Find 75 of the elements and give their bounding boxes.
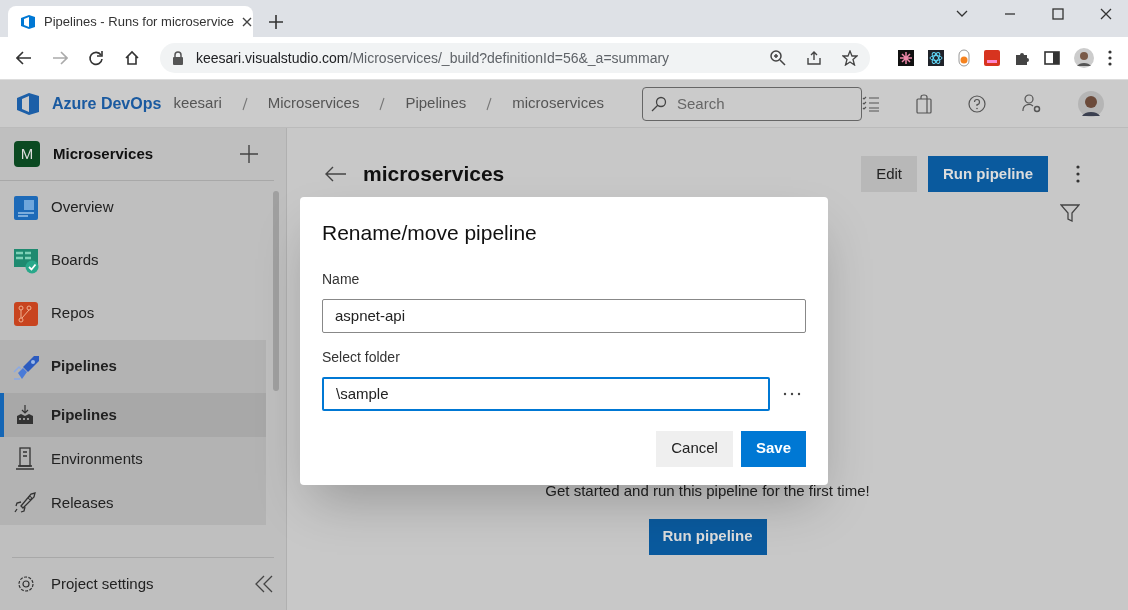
share-icon[interactable] xyxy=(806,50,822,66)
reload-icon[interactable] xyxy=(88,50,104,66)
browser-tab[interactable]: Pipelines - Runs for microservice xyxy=(8,6,253,37)
help-icon[interactable] xyxy=(968,94,986,113)
more-icon[interactable] xyxy=(1108,50,1112,66)
slash-separator-icon xyxy=(379,96,386,111)
nav-item[interactable]: Overview xyxy=(0,181,266,234)
breadcrumb-link[interactable]: microservices xyxy=(512,92,604,115)
nav-item[interactable]: Boards xyxy=(0,234,266,287)
more-icon[interactable] xyxy=(783,391,801,396)
collapse-icon[interactable] xyxy=(254,575,274,593)
atom-extension-icon[interactable] xyxy=(928,50,944,66)
project-avatar: M xyxy=(14,141,40,167)
breadcrumb-link[interactable]: Pipelines xyxy=(405,92,467,115)
back-icon[interactable] xyxy=(16,51,32,65)
repos-icon xyxy=(13,300,39,327)
devops-logo-icon xyxy=(16,91,40,116)
filter-icon[interactable] xyxy=(1060,204,1080,222)
plus-icon[interactable] xyxy=(240,145,258,163)
releases-icon xyxy=(13,490,39,516)
folder-field[interactable]: \sample xyxy=(322,376,770,411)
nav-item[interactable]: Environments xyxy=(0,437,266,481)
side-panel-icon[interactable] xyxy=(1044,50,1060,66)
field-label: Select folder xyxy=(322,347,401,367)
gear-icon[interactable] xyxy=(17,575,35,593)
address-bar[interactable]: keesari.visualstudio.com/Microservices/_build?definitionId=56&_a=summary xyxy=(160,43,870,73)
cancel-button[interactable]: Cancel xyxy=(656,430,733,467)
slash-separator-icon xyxy=(241,96,248,111)
close-icon[interactable] xyxy=(1100,8,1112,20)
tab-title: Pipelines - Runs for microservice xyxy=(44,12,234,31)
user-settings-icon[interactable] xyxy=(1022,93,1042,114)
puzzle-icon[interactable] xyxy=(1014,50,1030,66)
avatar-icon[interactable] xyxy=(1074,48,1094,68)
empty-state-message: Get started and run this pipeline for the first time! xyxy=(545,481,870,501)
run-pipeline-button[interactable]: Run pipeline xyxy=(928,156,1048,192)
capsule-extension-icon[interactable] xyxy=(958,49,970,67)
run-pipeline-button[interactable]: Run pipeline xyxy=(648,518,767,555)
breadcrumb-link[interactable]: Microservices xyxy=(267,92,360,115)
project-name[interactable]: Microservices xyxy=(53,142,154,166)
maximize-icon[interactable] xyxy=(1052,8,1064,20)
zoom-icon[interactable] xyxy=(770,50,786,66)
url-text: keesari.visualstudio.com/Microservices/_build?definitionId=56&_a=summary xyxy=(196,48,671,68)
chevron-down-icon[interactable] xyxy=(956,10,968,18)
shopping-bag-icon[interactable] xyxy=(916,93,932,114)
search-icon xyxy=(651,95,667,112)
nav-item[interactable]: Pipelines xyxy=(0,340,266,393)
boards-icon xyxy=(13,247,39,274)
avatar-icon[interactable] xyxy=(1078,90,1104,117)
lock-icon xyxy=(172,51,184,65)
breadcrumb-link[interactable]: keesari xyxy=(173,92,222,115)
star-icon[interactable] xyxy=(842,50,858,66)
dialog-title: Rename/move pipeline xyxy=(322,220,538,246)
field-label: Name xyxy=(322,269,361,289)
sparkle-extension-icon[interactable] xyxy=(898,50,914,66)
scrollbar-thumb[interactable] xyxy=(273,191,279,391)
nav-item[interactable]: Releases xyxy=(0,481,266,525)
search-field[interactable]: Search xyxy=(642,86,862,121)
home-icon[interactable] xyxy=(124,50,140,66)
close-icon[interactable] xyxy=(242,16,252,27)
nav-item[interactable]: Pipelines xyxy=(0,393,266,437)
nav-item[interactable]: Repos xyxy=(0,287,266,340)
checklist-icon[interactable] xyxy=(862,95,880,112)
devops-logo-icon xyxy=(20,13,36,30)
name-field[interactable]: aspnet-api xyxy=(322,298,806,333)
brand-link[interactable]: Azure DevOps xyxy=(52,91,162,116)
more-icon[interactable] xyxy=(1076,165,1080,183)
pipelines-icon xyxy=(13,353,39,380)
project-settings-link[interactable]: Project settings xyxy=(51,572,154,596)
back-arrow-icon[interactable] xyxy=(325,166,347,182)
overview-icon xyxy=(13,194,39,221)
save-button[interactable]: Save xyxy=(740,430,806,467)
edit-button[interactable]: Edit xyxy=(861,156,917,192)
slash-separator-icon xyxy=(486,96,493,111)
page-title: microservices xyxy=(363,161,505,188)
new-tab-icon[interactable] xyxy=(269,15,283,29)
